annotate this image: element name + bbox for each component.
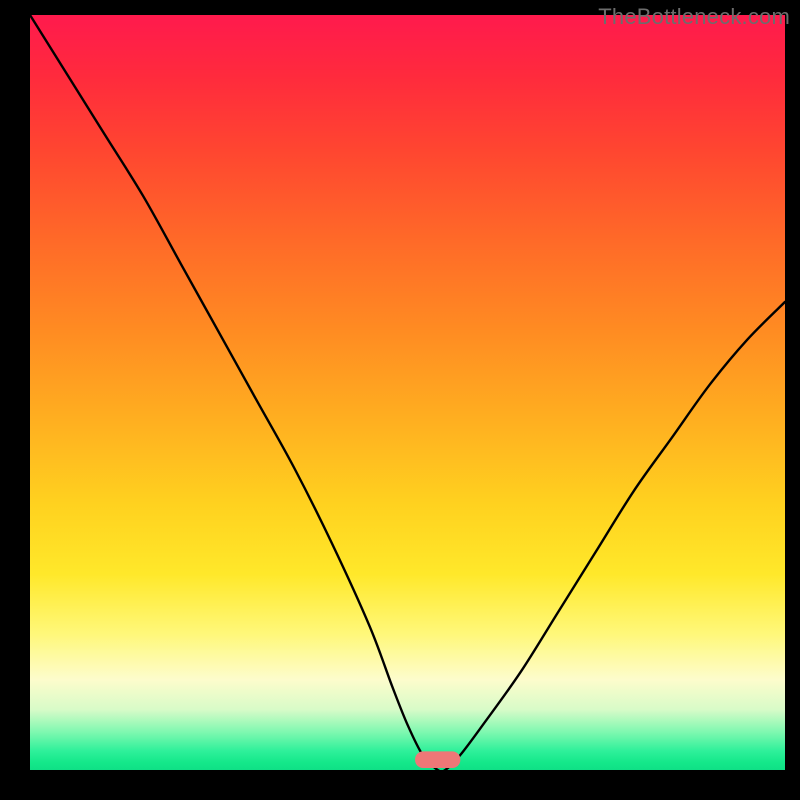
plot-area <box>30 15 785 770</box>
watermark-text: TheBottleneck.com <box>598 4 790 30</box>
chart-frame: TheBottleneck.com <box>0 0 800 800</box>
bottleneck-curve <box>30 15 785 770</box>
min-marker <box>415 751 460 768</box>
curve-svg <box>30 15 785 770</box>
